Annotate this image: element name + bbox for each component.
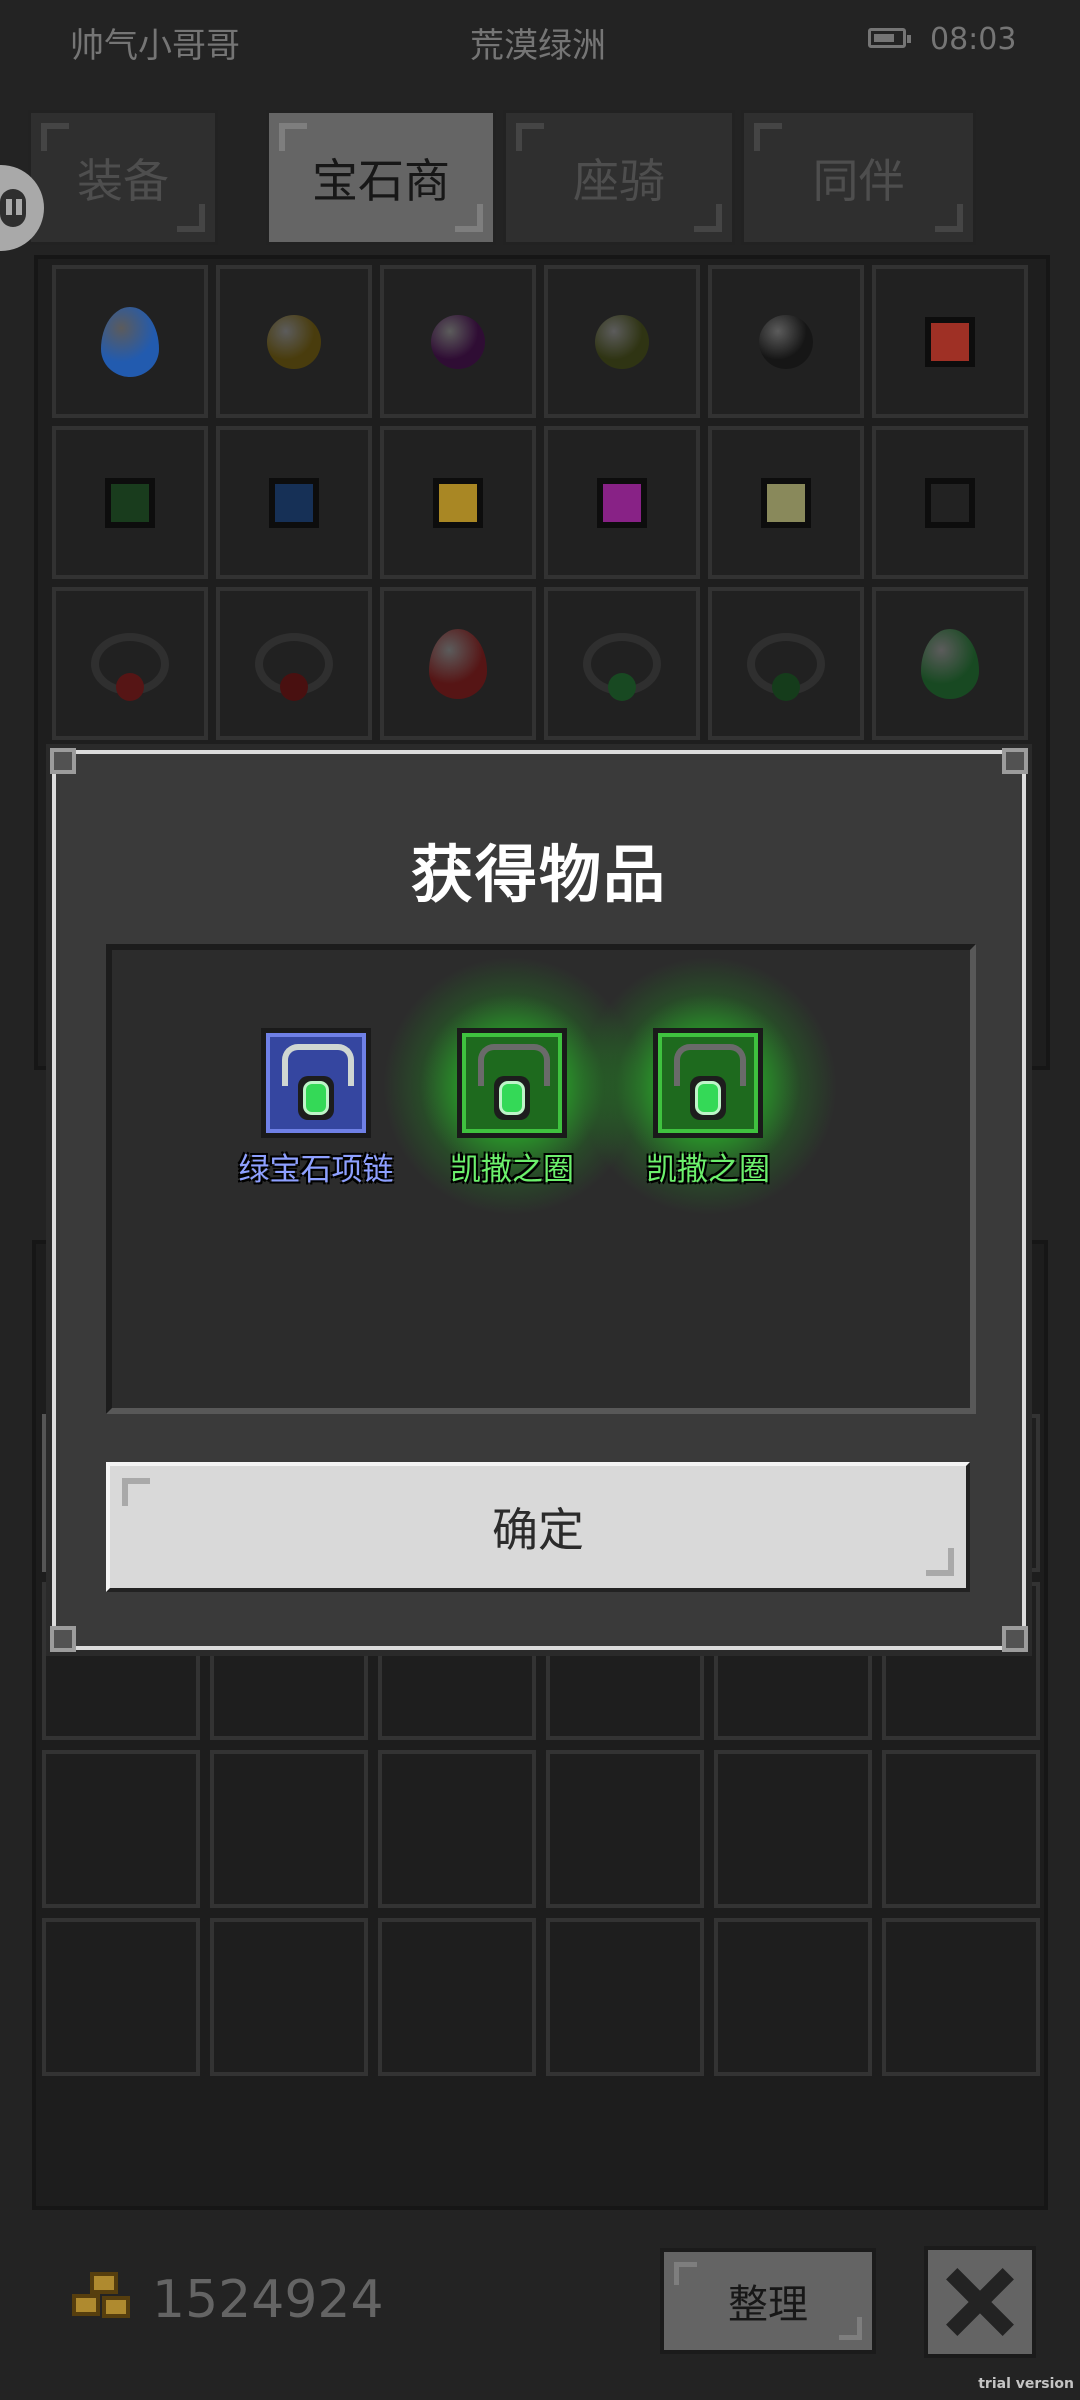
confirm-button[interactable]: 确定 (106, 1462, 970, 1592)
reward-item[interactable]: 凯撒之圈 (578, 956, 838, 1216)
reward-list: 绿宝石项链 凯撒之圈 凯撒之圈 (106, 944, 976, 1414)
reward-frame (653, 1028, 763, 1138)
necklace-icon (668, 1040, 748, 1126)
reward-frame (261, 1028, 371, 1138)
reward-dialog: 获得物品 绿宝石项链 凯撒之圈 凯撒之圈 确定 (46, 744, 1032, 1656)
reward-frame (457, 1028, 567, 1138)
corner-ornament (50, 1626, 76, 1652)
necklace-icon (276, 1040, 356, 1126)
corner-ornament (1002, 1626, 1028, 1652)
corner-ornament (50, 748, 76, 774)
reward-name: 凯撒之圈 (646, 1152, 770, 1188)
corner-ornament (1002, 748, 1028, 774)
dialog-title: 获得物品 (410, 838, 667, 911)
necklace-icon (472, 1040, 552, 1126)
confirm-button-label: 确定 (492, 1503, 584, 1557)
